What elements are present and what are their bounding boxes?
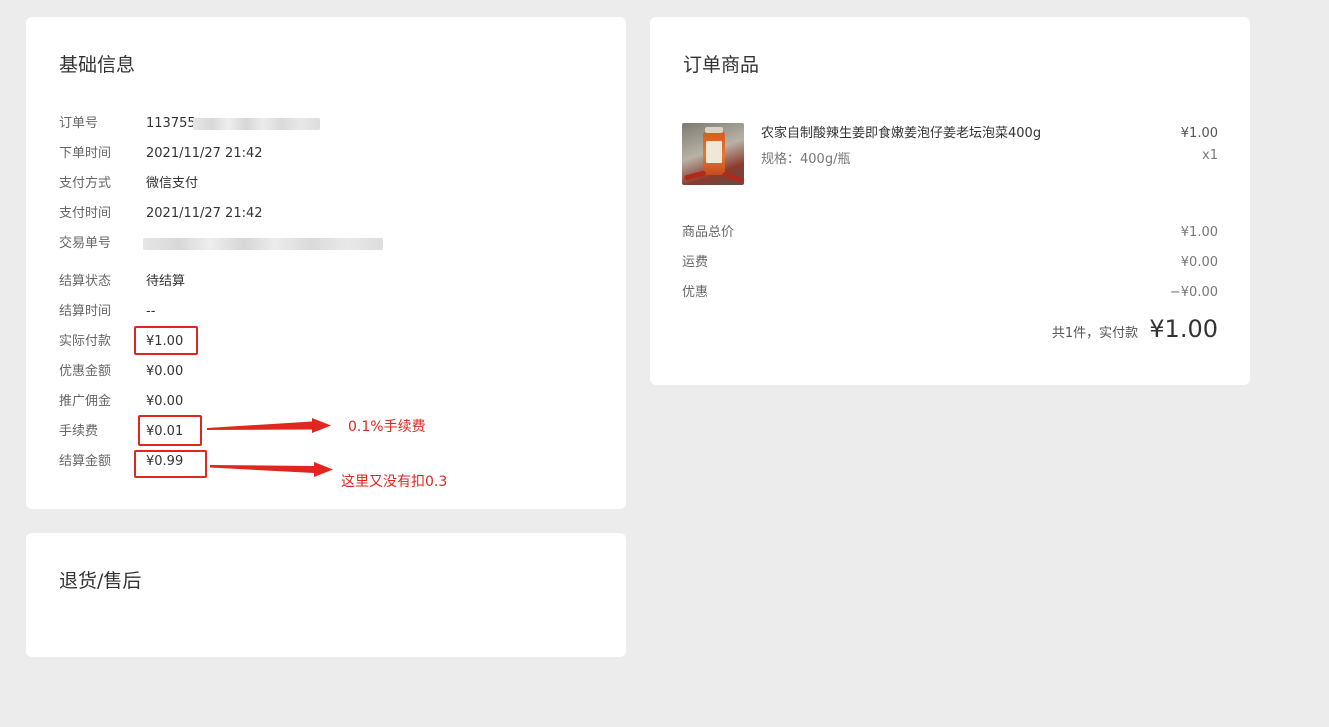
pepper-shape — [683, 170, 707, 181]
subtotal-value: ¥1.00 — [1180, 225, 1218, 240]
product-price: ¥1.00 — [1180, 126, 1218, 141]
total-amount: ¥1.00 — [1149, 315, 1218, 343]
product-spec: 规格：400g/瓶 — [761, 152, 851, 167]
pepper-shape — [721, 171, 744, 184]
product-name[interactable]: 农家自制酸辣生姜即食嫩姜泡仔姜老坛泡菜400g — [761, 124, 1041, 144]
discount-value: −¥0.00 — [1169, 285, 1218, 300]
shipping-label: 运费 — [682, 255, 709, 270]
discount-label: 优惠 — [682, 285, 709, 300]
arrow-to-fee-note — [207, 418, 331, 433]
order-total: 共1件，实付款 ¥1.00 — [1052, 315, 1218, 343]
fee-annotation-text: 0.1%手续费 — [348, 419, 426, 435]
arrow-to-settle-note — [210, 462, 333, 477]
product-quantity: x1 — [1202, 148, 1218, 163]
refund-title: 退货/售后 — [59, 570, 142, 592]
jar-lid-shape — [705, 127, 723, 133]
total-prefix: 共1件，实付款 — [1051, 326, 1139, 341]
product-image[interactable] — [682, 123, 744, 185]
subtotal-label: 商品总价 — [682, 225, 735, 240]
order-goods-card: 订单商品 农家自制酸辣生姜即食嫩姜泡仔姜老坛泡菜400g 规格：400g/瓶 ¥… — [650, 17, 1250, 385]
order-goods-title: 订单商品 — [683, 54, 760, 76]
jar-label-shape — [706, 141, 722, 163]
refund-card: 退货/售后 — [26, 533, 626, 657]
shipping-value: ¥0.00 — [1180, 255, 1218, 270]
settlement-annotation-text: 这里又没有扣0.3 — [341, 474, 448, 490]
